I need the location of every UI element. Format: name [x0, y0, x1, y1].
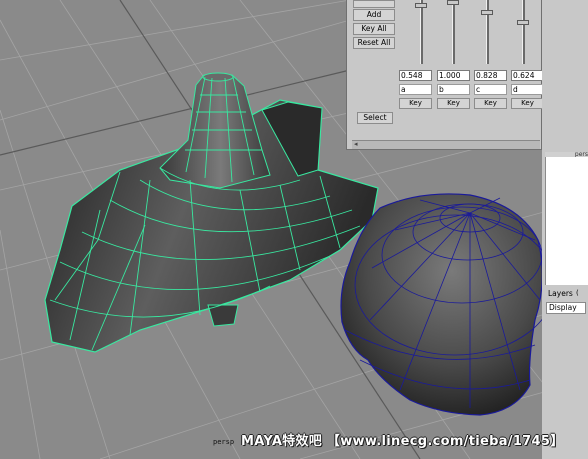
slider-handle-a[interactable]: [415, 3, 427, 8]
slider-handle-c[interactable]: [481, 10, 493, 15]
key-button-b[interactable]: Key: [437, 98, 470, 109]
panel-top-button[interactable]: [353, 0, 395, 8]
slider-handle-b[interactable]: [447, 0, 459, 5]
key-all-button[interactable]: Key All: [353, 23, 395, 35]
key-button-c[interactable]: Key: [474, 98, 507, 109]
slider-track-a[interactable]: [420, 0, 423, 64]
weight-field-c[interactable]: 0.828: [474, 70, 507, 81]
slider-handle-d[interactable]: [517, 20, 529, 25]
target-name-b: b: [437, 84, 470, 95]
slider-track-d[interactable]: [522, 0, 525, 64]
weight-field-b[interactable]: 1.000: [437, 70, 470, 81]
selected-mesh[interactable]: [44, 72, 379, 353]
layers-label[interactable]: Layers: [548, 289, 573, 298]
add-button[interactable]: Add: [353, 9, 395, 21]
display-layer-tab[interactable]: Display: [546, 302, 586, 314]
key-button-a[interactable]: Key: [399, 98, 432, 109]
outliner-area[interactable]: [545, 157, 588, 285]
unselected-head-mesh[interactable]: [340, 193, 556, 416]
target-name-a: a: [399, 84, 432, 95]
key-button-d[interactable]: Key: [511, 98, 544, 109]
weight-field-d[interactable]: 0.624: [511, 70, 544, 81]
select-button[interactable]: Select: [357, 112, 393, 124]
panel-scrollbar[interactable]: ◂: [352, 140, 540, 149]
camera-label: persp: [213, 438, 235, 446]
slider-track-b[interactable]: [452, 0, 455, 64]
blend-shape-panel: Add Key All Reset All 0.548 1.000 0.828 …: [346, 0, 544, 150]
scroll-left-icon[interactable]: ◂: [354, 140, 358, 148]
layers-option[interactable]: (: [576, 289, 579, 297]
watermark-text: MAYA特效吧 【www.linecg.com/tieba/1745】: [241, 434, 564, 449]
weight-field-a[interactable]: 0.548: [399, 70, 432, 81]
reset-all-button[interactable]: Reset All: [353, 37, 395, 49]
target-name-d: d: [511, 84, 544, 95]
target-name-c: c: [474, 84, 507, 95]
